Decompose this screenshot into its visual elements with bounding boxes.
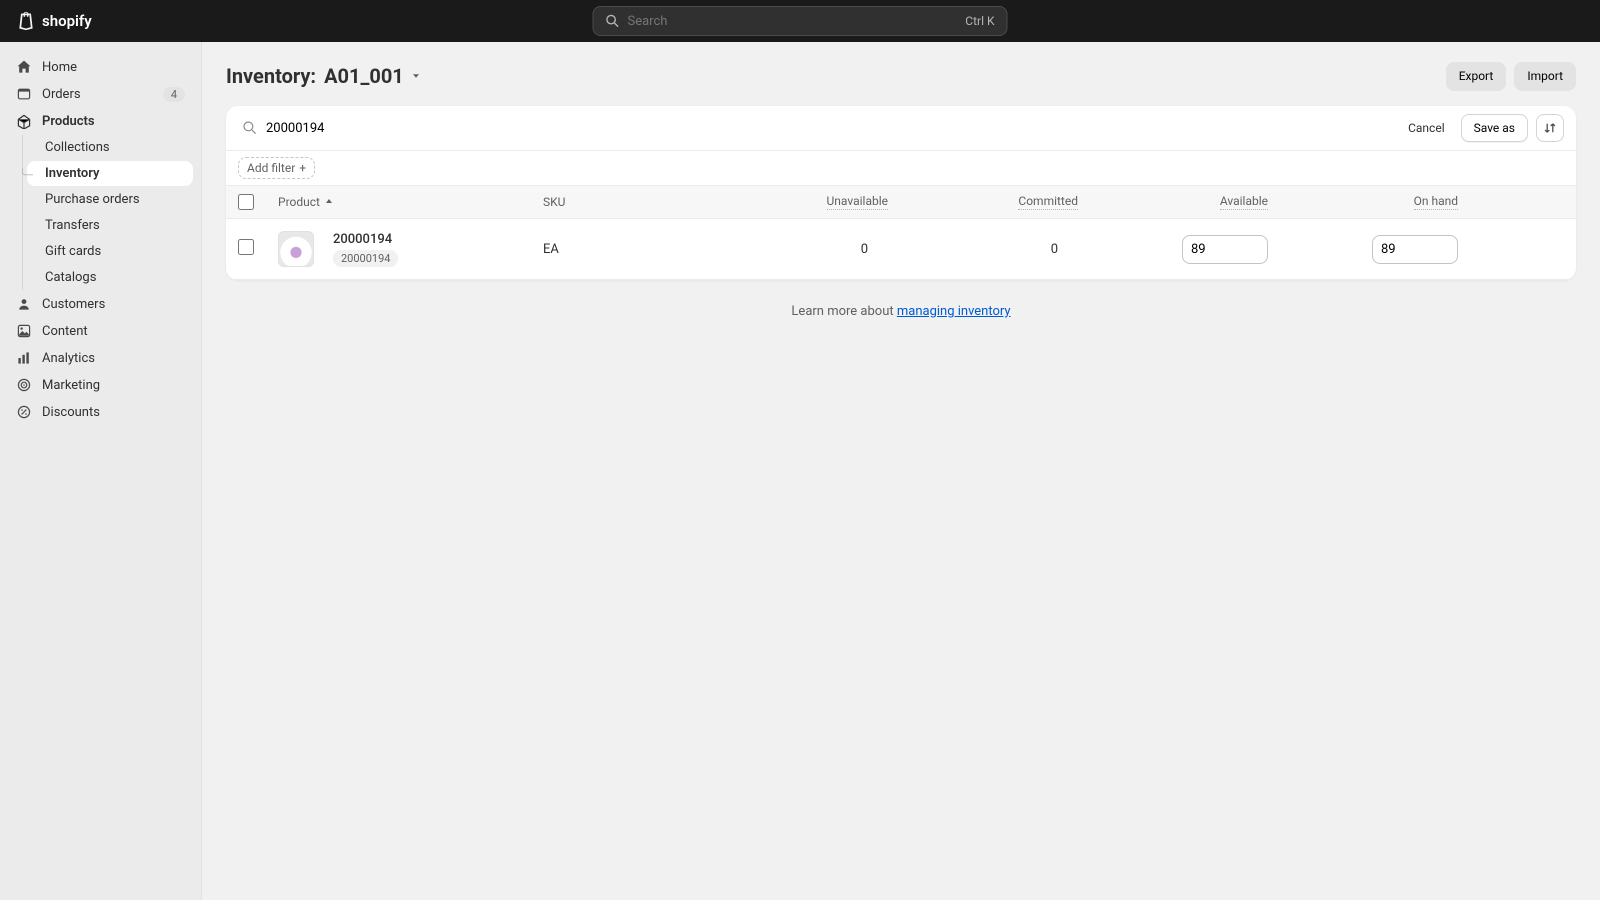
search-icon [606, 14, 620, 28]
sort-asc-icon [324, 197, 334, 207]
col-available[interactable]: Available [1078, 194, 1268, 210]
nav-label: Content [42, 324, 88, 339]
nav-label: Orders [42, 87, 81, 102]
products-icon [16, 113, 32, 129]
nav-catalogs[interactable]: Catalogs [27, 265, 193, 290]
nav-marketing[interactable]: Marketing [8, 372, 193, 398]
nav-label: Discounts [42, 405, 100, 420]
search-shortcut: Ctrl K [965, 14, 994, 28]
home-icon [16, 59, 32, 75]
available-input[interactable] [1182, 235, 1268, 264]
nav-inventory[interactable]: Inventory [27, 161, 193, 186]
nav-label: Marketing [42, 378, 100, 393]
nav-customers[interactable]: Customers [8, 291, 193, 317]
top-bar: shopify Ctrl K [0, 0, 1600, 42]
customers-icon [16, 296, 32, 312]
product-search-wrap [238, 116, 1392, 140]
col-label: Committed [1018, 194, 1078, 210]
product-title: 20000194 [333, 232, 543, 247]
plus-icon: + [299, 161, 306, 175]
nav-label: Gift cards [45, 244, 101, 259]
col-product[interactable]: Product [278, 195, 543, 209]
global-search-input[interactable] [628, 14, 966, 29]
col-label: Available [1220, 194, 1268, 210]
discounts-icon [16, 404, 32, 420]
search-filter-row: Cancel Save as [226, 106, 1576, 151]
committed-cell: 0 [888, 242, 1078, 257]
cancel-search-button[interactable]: Cancel [1400, 115, 1453, 141]
table-row: 20000194 20000194 EA 0 0 [226, 219, 1576, 280]
products-subnav: Collections Inventory Purchase orders Tr… [22, 135, 193, 290]
chevron-down-icon [410, 70, 422, 82]
product-sku-badge: 20000194 [333, 250, 398, 267]
add-filter-button[interactable]: Add filter + [238, 157, 315, 179]
content-icon [16, 323, 32, 339]
orders-icon [16, 86, 32, 102]
on-hand-input[interactable] [1372, 235, 1458, 264]
save-as-button[interactable]: Save as [1461, 114, 1528, 142]
product-search-input[interactable] [266, 121, 1388, 136]
col-label: On hand [1414, 194, 1458, 210]
nav-label: Catalogs [45, 270, 96, 285]
nav-orders[interactable]: Orders 4 [8, 81, 193, 107]
inventory-card: Cancel Save as Add filter + Product SKU [226, 106, 1576, 280]
col-label: Unavailable [827, 194, 888, 210]
logo[interactable]: shopify [16, 10, 92, 32]
nav-analytics[interactable]: Analytics [8, 345, 193, 371]
nav-label: Purchase orders [45, 192, 140, 207]
nav-purchase-orders[interactable]: Purchase orders [27, 187, 193, 212]
page-title: Inventory: A01_001 [226, 64, 422, 88]
nav-home[interactable]: Home [8, 54, 193, 80]
page-title-prefix: Inventory: [226, 64, 316, 88]
main-content: Inventory: A01_001 Export Import Cancel … [202, 42, 1600, 900]
export-button[interactable]: Export [1446, 62, 1507, 90]
marketing-icon [16, 377, 32, 393]
col-committed[interactable]: Committed [888, 194, 1078, 210]
header-actions: Export Import [1446, 62, 1576, 90]
filter-row: Add filter + [226, 151, 1576, 186]
table-header: Product SKU Unavailable Committed Availa… [226, 186, 1576, 219]
sidebar: Home Orders 4 Products Collections Inven… [0, 42, 202, 900]
nav-content[interactable]: Content [8, 318, 193, 344]
nav-label: Collections [45, 140, 110, 155]
global-search[interactable]: Ctrl K [593, 6, 1008, 36]
col-unavailable[interactable]: Unavailable [698, 194, 888, 210]
location-name: A01_001 [324, 64, 404, 88]
nav-label: Transfers [45, 218, 100, 233]
unavailable-cell: 0 [698, 242, 888, 257]
col-label: SKU [543, 195, 565, 209]
location-selector[interactable]: A01_001 [324, 64, 422, 88]
select-all-checkbox[interactable] [238, 194, 254, 210]
col-sku[interactable]: SKU [543, 195, 698, 209]
nav-gift-cards[interactable]: Gift cards [27, 239, 193, 264]
sku-cell: EA [543, 242, 698, 257]
page-header: Inventory: A01_001 Export Import [226, 62, 1576, 90]
logo-text: shopify [42, 12, 92, 30]
col-label: Product [278, 195, 320, 209]
sort-icon [1543, 121, 1557, 135]
row-checkbox[interactable] [238, 239, 254, 255]
nav-label: Home [42, 60, 77, 75]
nav-label: Customers [42, 297, 105, 312]
col-on-hand[interactable]: On hand [1268, 194, 1458, 210]
search-icon [242, 120, 258, 136]
product-cell[interactable]: 20000194 20000194 [333, 232, 543, 267]
nav-collections[interactable]: Collections [27, 135, 193, 160]
nav-label: Analytics [42, 351, 95, 366]
nav-label: Inventory [45, 166, 100, 181]
orders-badge: 4 [163, 87, 185, 102]
product-thumbnail[interactable] [278, 231, 314, 267]
shopify-bag-icon [16, 10, 36, 32]
nav-products[interactable]: Products [8, 108, 193, 134]
footer-help: Learn more about managing inventory [226, 304, 1576, 319]
nav-discounts[interactable]: Discounts [8, 399, 193, 425]
nav-label: Products [42, 114, 95, 129]
import-button[interactable]: Import [1514, 62, 1576, 90]
managing-inventory-link[interactable]: managing inventory [897, 304, 1011, 319]
learn-prefix: Learn more about [791, 304, 896, 319]
nav-transfers[interactable]: Transfers [27, 213, 193, 238]
analytics-icon [16, 350, 32, 366]
add-filter-label: Add filter [247, 161, 295, 175]
sort-button[interactable] [1536, 114, 1564, 142]
